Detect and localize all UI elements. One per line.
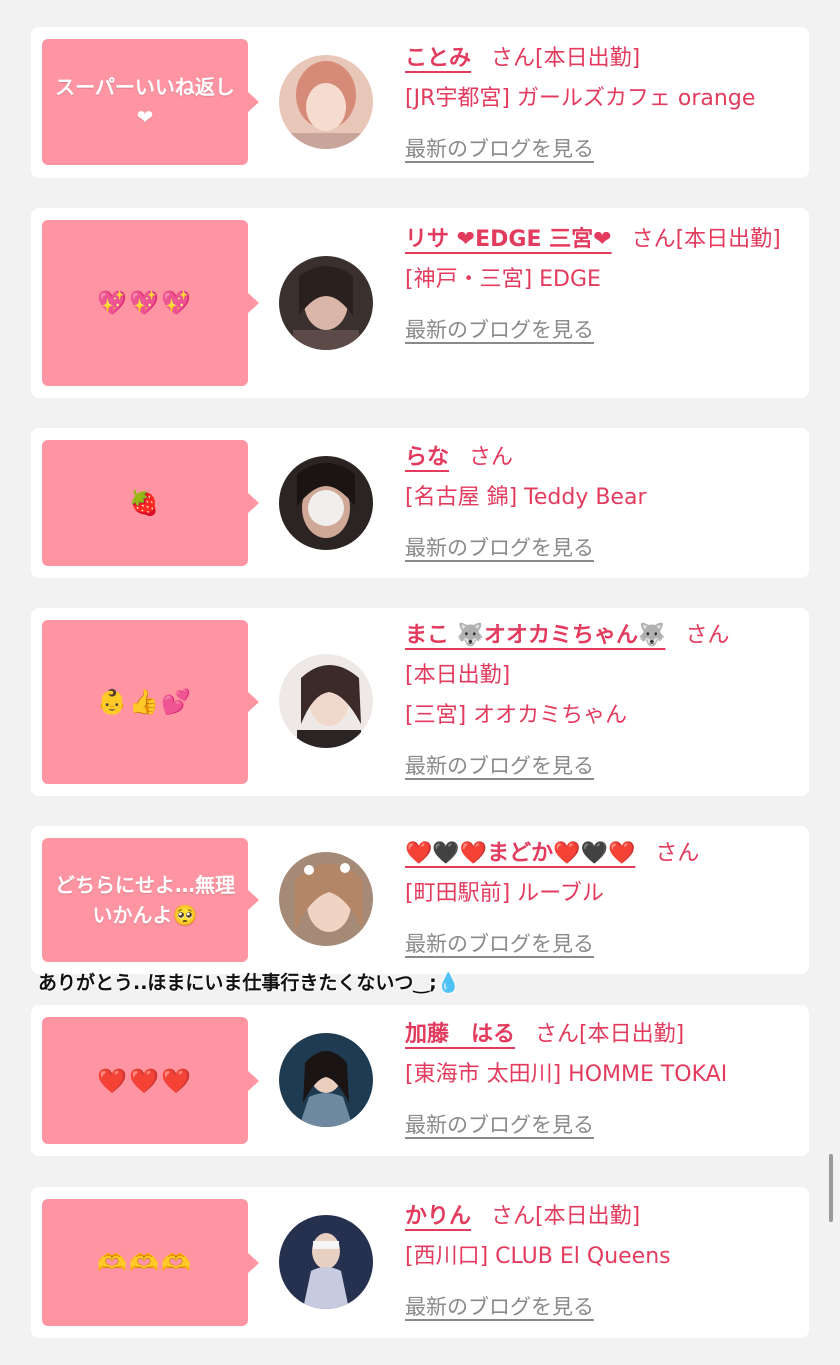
avatar[interactable]: [279, 852, 373, 946]
honorific: さん: [535, 1022, 580, 1047]
message-bubble: 👶👍💕: [42, 620, 259, 784]
user-card: 💖💖💖 リサ ❤EDGE 三宮❤ さん[本日出勤] [神戸・三宮] EDGE 最新…: [31, 208, 809, 398]
avatar[interactable]: [279, 1033, 373, 1127]
blog-link[interactable]: 最新のブログを見る: [405, 318, 594, 342]
message-emoji: 💖💖💖: [97, 289, 193, 317]
message-emoji: 👶👍💕: [97, 688, 193, 716]
honorific: さん: [469, 445, 514, 470]
user-name-link[interactable]: ことみ: [405, 46, 471, 71]
blog-link[interactable]: 最新のブログを見る: [405, 137, 594, 161]
shop-name: [東海市 太田川] HOMME TOKAI: [405, 1062, 728, 1087]
avatar[interactable]: [279, 55, 373, 149]
user-info: ❤️🖤❤️まどか❤️🖤❤️ さん [町田駅前] ルーブル 最新のブログを見る: [405, 834, 797, 965]
blog-link[interactable]: 最新のブログを見る: [405, 932, 594, 956]
shop-name: [JR宇都宮] ガールズカフェ orange: [405, 86, 756, 111]
user-info: まこ 🐺オオカミちゃん🐺 さん [本日出勤] [三宮] オオカミちゃん 最新のブロ…: [405, 616, 797, 787]
blog-link[interactable]: 最新のブログを見る: [405, 536, 594, 560]
avatar[interactable]: [279, 256, 373, 350]
shop-name: [神戸・三宮] EDGE: [405, 267, 601, 292]
blog-link[interactable]: 最新のブログを見る: [405, 754, 594, 778]
honorific: さん: [491, 1204, 536, 1229]
message-bubble: 💖💖💖: [42, 220, 259, 386]
message-bubble: スーパーいいね返し❤: [42, 39, 259, 165]
user-card: 🍓 らな さん [名古屋 錦] Teddy Bear 最新のブログを見る: [31, 428, 809, 578]
message-emoji: 🍓: [129, 489, 161, 517]
message-emoji: 🫶🫶🫶: [97, 1248, 193, 1277]
honorific: さん: [685, 623, 730, 648]
message-bubble: ❤️❤️❤️: [42, 1017, 259, 1144]
message-text: スーパーいいね返し❤: [55, 75, 235, 129]
blog-link[interactable]: 最新のブログを見る: [405, 1113, 594, 1137]
message-bubble: どちらにせよ…無理いかんよ🥺: [42, 838, 259, 962]
user-info: 加藤 はる さん[本日出勤] [東海市 太田川] HOMME TOKAI 最新のブ…: [405, 1015, 797, 1146]
avatar[interactable]: [279, 456, 373, 550]
user-card: ❤️❤️❤️ 加藤 はる さん[本日出勤] [東海市 太田川] HOMME TOK…: [31, 1005, 809, 1156]
user-info: リサ ❤EDGE 三宮❤ さん[本日出勤] [神戸・三宮] EDGE 最新のブログ…: [405, 220, 797, 351]
user-info: らな さん [名古屋 錦] Teddy Bear 最新のブログを見る: [405, 438, 797, 569]
user-name-link[interactable]: ❤️🖤❤️まどか❤️🖤❤️: [405, 841, 635, 866]
work-status: [本日出勤]: [405, 663, 511, 688]
message-bubble: 🫶🫶🫶: [42, 1199, 259, 1326]
shop-name: [西川口] CLUB El Queens: [405, 1244, 671, 1269]
honorific: さん: [491, 46, 536, 71]
blog-link[interactable]: 最新のブログを見る: [405, 1295, 594, 1319]
honorific: さん: [655, 841, 700, 866]
avatar[interactable]: [279, 1215, 373, 1309]
work-status: [本日出勤]: [535, 46, 641, 71]
user-card: どちらにせよ…無理いかんよ🥺 ❤️🖤❤️まどか❤️🖤❤️ さん [町田駅前] ルー…: [31, 826, 809, 974]
user-card: 👶👍💕 まこ 🐺オオカミちゃん🐺 さん [本日出勤] [三宮] オオカミちゃん 最…: [31, 608, 809, 796]
user-info: ことみ さん[本日出勤] [JR宇都宮] ガールズカフェ orange 最新のブロ…: [405, 39, 797, 170]
shop-name: [三宮] オオカミちゃん: [405, 703, 628, 728]
user-card: 🫶🫶🫶 かりん さん[本日出勤] [西川口] CLUB El Queens 最新の…: [31, 1187, 809, 1338]
message-bubble: 🍓: [42, 440, 259, 566]
user-name-link[interactable]: 加藤 はる: [405, 1022, 515, 1047]
user-name-link[interactable]: リサ ❤EDGE 三宮❤: [405, 227, 612, 252]
user-card: スーパーいいね返し❤ ことみ さん[本日出勤] [JR宇都宮] ガールズカフェ o…: [31, 27, 809, 178]
overlay-caption: ありがとう..ほまにいま仕事行きたくないつ‿;💧: [38, 972, 461, 994]
work-status: [本日出勤]: [535, 1204, 641, 1229]
shop-name: [名古屋 錦] Teddy Bear: [405, 485, 647, 510]
message-emoji: ❤️❤️❤️: [97, 1066, 193, 1095]
work-status: [本日出勤]: [675, 227, 781, 252]
user-name-link[interactable]: まこ 🐺オオカミちゃん🐺: [405, 623, 665, 648]
honorific: さん: [631, 227, 676, 252]
scrollbar[interactable]: [829, 1154, 833, 1222]
work-status: [本日出勤]: [579, 1022, 685, 1047]
user-name-link[interactable]: かりん: [405, 1204, 471, 1229]
shop-name: [町田駅前] ルーブル: [405, 881, 604, 906]
user-info: かりん さん[本日出勤] [西川口] CLUB El Queens 最新のブログを…: [405, 1197, 797, 1328]
message-text: どちらにせよ…無理いかんよ🥺: [55, 873, 235, 927]
user-name-link[interactable]: らな: [405, 445, 449, 470]
avatar[interactable]: [279, 654, 373, 748]
